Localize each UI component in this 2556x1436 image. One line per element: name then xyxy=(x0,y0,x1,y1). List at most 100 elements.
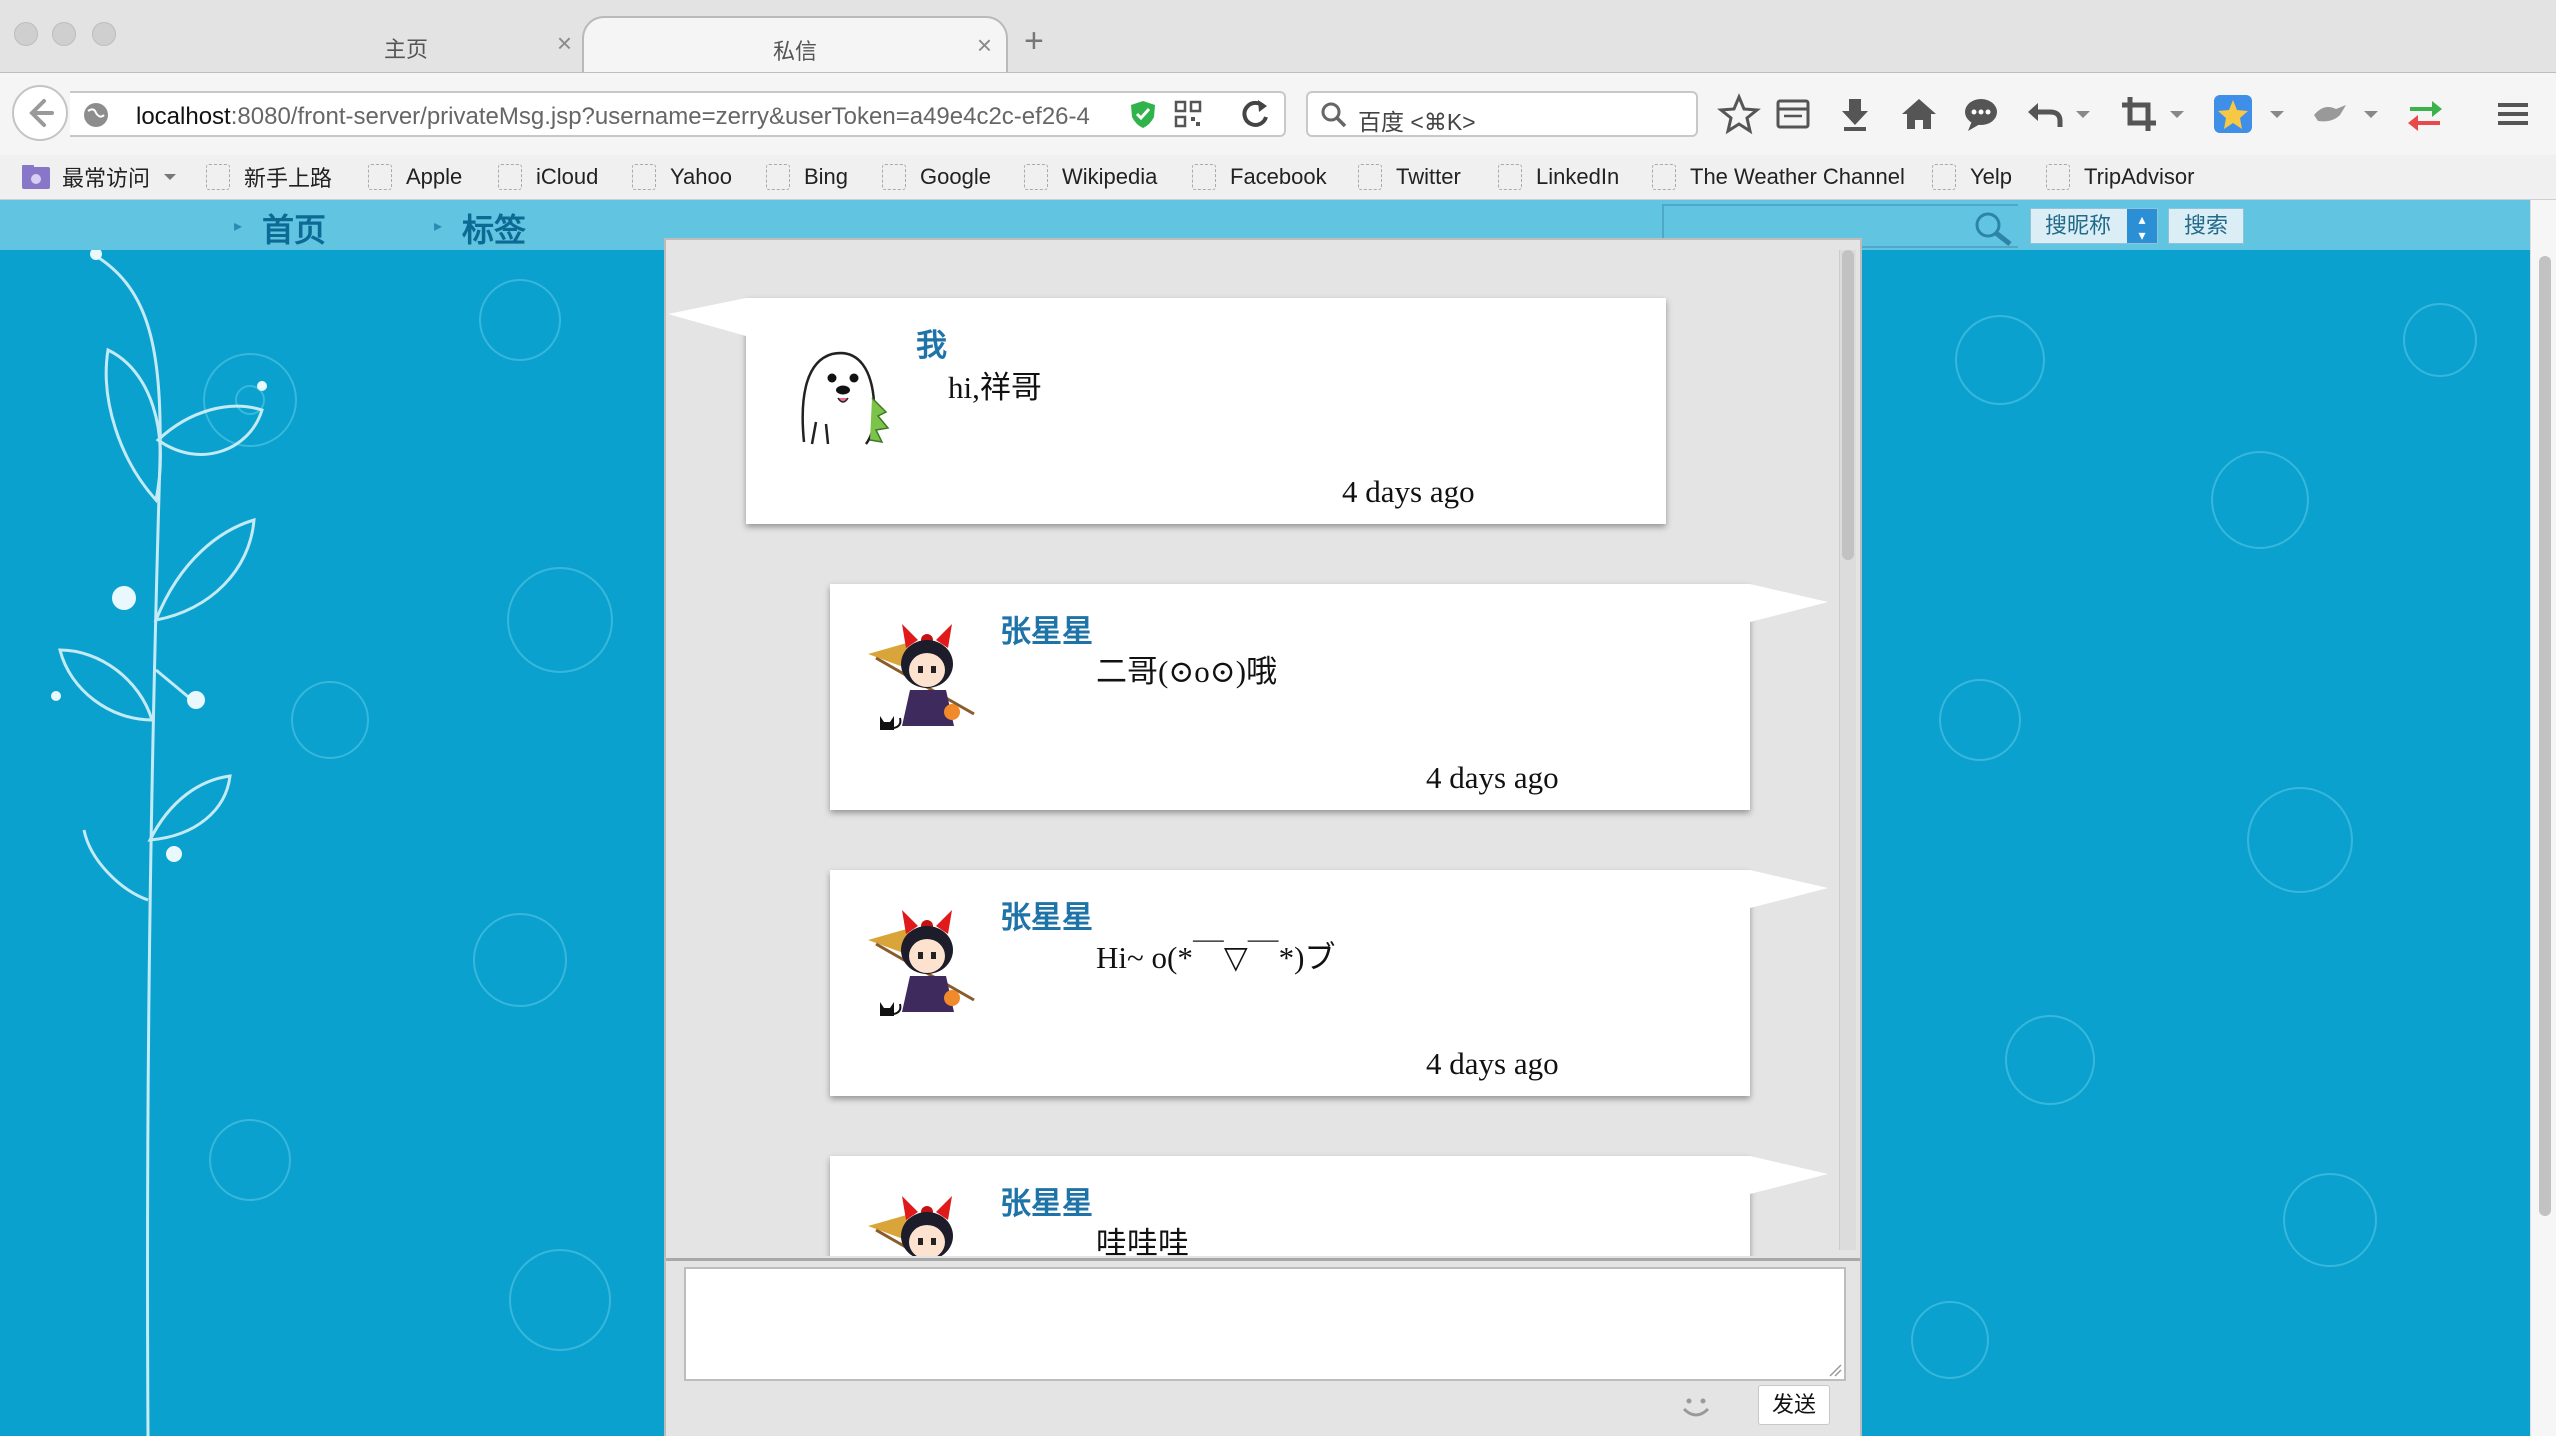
page-icon xyxy=(1358,164,1382,190)
bookmark-item[interactable]: Yahoo xyxy=(632,159,732,195)
reload-icon[interactable] xyxy=(1232,91,1278,137)
nav-tags-link[interactable]: 标签 xyxy=(462,205,526,251)
search-icon xyxy=(1975,212,2012,246)
message-text: hi,祥哥 xyxy=(948,370,1042,405)
scroll-thumb[interactable] xyxy=(1842,250,1854,560)
bookmark-label: 新手上路 xyxy=(244,166,333,191)
search-icon xyxy=(1321,102,1347,128)
page-icon xyxy=(368,164,392,190)
url-path: :8080/front-server/privateMsg.jsp?userna… xyxy=(230,103,1090,130)
smiley-icon[interactable] xyxy=(1676,1387,1716,1427)
sender-name: 张星星 xyxy=(1000,900,1093,935)
bookmark-label: Twitter xyxy=(1396,164,1461,189)
bookmark-star-icon[interactable] xyxy=(1716,91,1762,137)
chevron-down-icon[interactable] xyxy=(2266,91,2288,137)
chevron-down-icon[interactable] xyxy=(2166,91,2188,137)
back-button[interactable] xyxy=(12,85,68,141)
sender-name: 张星星 xyxy=(1000,1186,1093,1221)
bookmark-item[interactable]: Bing xyxy=(766,159,848,195)
chevron-down-icon[interactable] xyxy=(2360,91,2382,137)
bookmark-item[interactable]: Google xyxy=(882,159,991,195)
sync-arrows-icon[interactable] xyxy=(2402,91,2448,137)
bookmark-label: The Weather Channel xyxy=(1690,164,1905,189)
tab-close-icon[interactable]: × xyxy=(557,28,572,59)
page-icon xyxy=(766,164,790,190)
message-input[interactable] xyxy=(684,1267,1846,1381)
bookmark-label: Apple xyxy=(406,164,463,189)
page-icon xyxy=(1498,164,1522,190)
bubble-tail xyxy=(668,298,746,336)
bookmark-item[interactable]: iCloud xyxy=(498,159,598,195)
bookmark-item[interactable]: Twitter xyxy=(1358,159,1461,195)
page-scrollbar[interactable] xyxy=(2530,200,2556,1436)
bookmark-label: Wikipedia xyxy=(1062,164,1158,189)
chat-panel: 我 hi,祥哥 4 days ago 张星星 二哥(⊙o⊙)哦 4 days a… xyxy=(664,238,1862,1436)
tab-home[interactable]: 主页 × xyxy=(230,16,582,72)
page-icon xyxy=(1652,164,1676,190)
bookmark-item[interactable]: Facebook xyxy=(1192,159,1327,195)
url-host: localhost xyxy=(136,103,231,130)
seal-avatar xyxy=(782,332,894,450)
message-time: 4 days ago xyxy=(1342,474,1475,509)
page-icon xyxy=(498,164,522,190)
message-item: 张星星 二哥(⊙o⊙)哦 4 days ago xyxy=(830,584,1828,810)
bookmark-label: Yahoo xyxy=(670,164,732,189)
page-icon xyxy=(1192,164,1216,190)
message-item: 张星星 哇哇哇 xyxy=(830,1156,1828,1256)
page-icon xyxy=(206,164,230,190)
nav-home-link[interactable]: 首页 xyxy=(262,205,326,251)
undo-icon[interactable] xyxy=(2022,91,2068,137)
message-list-scrollbar[interactable] xyxy=(1839,250,1856,1250)
bubble-tail xyxy=(1750,584,1828,622)
bubble-tail xyxy=(1750,1156,1828,1194)
crop-icon[interactable] xyxy=(2116,91,2162,137)
browser-search-box[interactable]: 百度 <⌘K> xyxy=(1306,91,1698,137)
bookmark-item[interactable]: 新手上路 xyxy=(206,159,332,195)
bookmark-item[interactable]: Wikipedia xyxy=(1024,159,1157,195)
tab-title: 私信 xyxy=(772,39,817,64)
chevron-down-icon[interactable] xyxy=(2072,91,2094,137)
message-item: 张星星 Hi~ o(*￣▽￣*)ブ 4 days ago xyxy=(830,870,1828,1096)
favorites-star-icon[interactable] xyxy=(2210,91,2256,137)
chat-bubble-icon[interactable] xyxy=(1958,91,2004,137)
page-icon xyxy=(1024,164,1048,190)
bookmark-item[interactable]: Yelp xyxy=(1932,159,2012,195)
bookmark-item[interactable]: LinkedIn xyxy=(1498,159,1619,195)
browser-tabstrip: 主页 × 私信 × + xyxy=(0,0,2556,73)
message-composer: 发送 xyxy=(666,1258,1860,1436)
url-bar[interactable]: localhost:8080/front-server/privateMsg.j… xyxy=(70,91,1286,137)
page-icon xyxy=(632,164,656,190)
nav-bullet-icon: ▸ xyxy=(234,218,243,235)
select-arrows-icon: ▴ ▾ xyxy=(2127,209,2157,243)
message-text: Hi~ o(*￣▽￣*)ブ xyxy=(1096,940,1336,975)
tab-close-icon[interactable]: × xyxy=(977,30,992,61)
scroll-thumb[interactable] xyxy=(2539,256,2551,1216)
page-icon xyxy=(1932,164,1956,190)
witch-girl-avatar xyxy=(866,618,978,736)
search-type-select[interactable]: 搜昵称 ▴ ▾ xyxy=(2030,208,2158,244)
bookmark-item[interactable]: Apple xyxy=(368,159,462,195)
window-minimize-button[interactable] xyxy=(52,22,76,46)
send-button[interactable]: 发送 xyxy=(1758,1385,1830,1425)
bookmark-item[interactable]: The Weather Channel xyxy=(1652,159,1905,195)
globe-icon xyxy=(84,103,108,127)
site-search-button[interactable]: 搜索 xyxy=(2168,208,2244,244)
bookmark-most-visited[interactable]: 最常访问 xyxy=(20,159,180,195)
url-text: localhost:8080/front-server/privateMsg.j… xyxy=(136,103,1136,131)
home-icon[interactable] xyxy=(1896,91,1942,137)
message-time: 4 days ago xyxy=(1426,1046,1559,1081)
download-icon[interactable] xyxy=(1832,91,1878,137)
shield-icon[interactable] xyxy=(1128,99,1158,129)
window-zoom-button[interactable] xyxy=(92,22,116,46)
message-time: 4 days ago xyxy=(1426,760,1559,795)
resize-grip-icon[interactable] xyxy=(1826,1361,1842,1377)
bookmark-item[interactable]: TripAdvisor xyxy=(2046,159,2194,195)
bird-icon[interactable] xyxy=(2306,91,2352,137)
window-close-button[interactable] xyxy=(14,22,38,46)
hamburger-menu-icon[interactable] xyxy=(2490,91,2536,137)
tab-private-message[interactable]: 私信 × xyxy=(582,16,1008,72)
message-item: 我 hi,祥哥 4 days ago xyxy=(668,298,1666,524)
qr-code-icon[interactable] xyxy=(1174,100,1202,128)
new-tab-button[interactable]: + xyxy=(1024,24,1044,58)
reading-list-icon[interactable] xyxy=(1770,91,1816,137)
